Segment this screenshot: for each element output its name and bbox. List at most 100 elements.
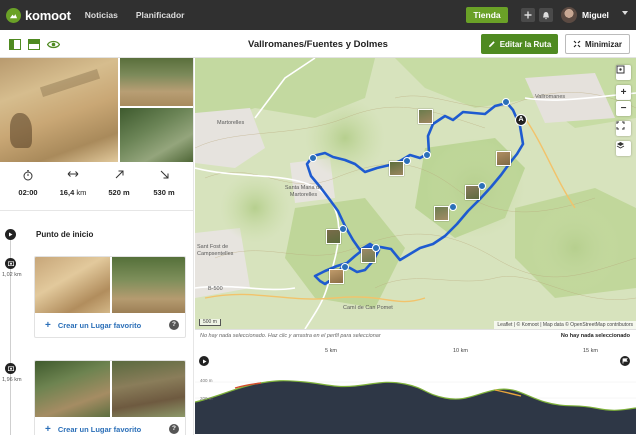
uphill-value: 520 m — [108, 188, 130, 197]
stat-uphill: 520 m — [95, 170, 143, 197]
map-waypoint-pin[interactable] — [339, 225, 347, 233]
tour-stats: 02:00 16,4 km 520 m 530 m — [0, 170, 193, 202]
zoom-in-icon[interactable]: + — [616, 85, 631, 100]
map-scale: 500 m — [199, 319, 221, 326]
map-photo-marker[interactable] — [496, 151, 511, 166]
downhill-arrow-icon — [140, 170, 188, 182]
map-waypoint-pin[interactable] — [502, 98, 510, 106]
create-favorite-label: Crear un Lugar favorito — [57, 424, 142, 434]
user-name[interactable]: Miguel — [582, 10, 609, 20]
stat-downhill: 530 m — [140, 170, 188, 197]
map-waypoint-pin[interactable] — [423, 151, 431, 159]
start-play-icon — [5, 229, 16, 240]
komoot-logo-icon — [6, 7, 21, 23]
waypoint-card: + Crear un Lugar favorito ? — [34, 256, 186, 338]
divider — [0, 210, 193, 211]
minimize-label: Minimizar — [585, 39, 622, 49]
plus-icon: + — [45, 423, 51, 435]
tour-photo-forest[interactable] — [120, 108, 193, 162]
create-favorite-button[interactable]: + Crear un Lugar favorito ? — [35, 313, 185, 337]
km-tick: 5 km — [325, 348, 337, 354]
map-waypoint-pin[interactable] — [341, 263, 349, 271]
alt-tick: 200 m — [200, 396, 213, 401]
tour-header: Vallromanes/Fuentes y Dolmes Editar la R… — [0, 30, 636, 58]
map-photo-marker[interactable] — [418, 109, 433, 124]
top-navigation-bar: komoot Noticias Planificador Tienda Migu… — [0, 0, 636, 30]
map-waypoint-pin[interactable] — [372, 244, 380, 252]
help-icon[interactable]: ? — [169, 424, 179, 434]
split-view-icon[interactable] — [7, 36, 23, 52]
fullscreen-icon[interactable] — [616, 121, 631, 136]
distance-value: 16,4 — [59, 188, 75, 197]
map-photo-marker[interactable] — [329, 269, 344, 284]
photo-waypoint-icon — [5, 258, 16, 269]
user-avatar[interactable] — [561, 7, 577, 23]
distance-unit: km — [76, 188, 87, 197]
profile-start-icon — [199, 356, 209, 366]
map-waypoint-pin[interactable] — [403, 157, 411, 165]
tour-details-panel: 02:00 16,4 km 520 m 530 m Punto de inici… — [0, 58, 194, 435]
eye-icon[interactable] — [45, 36, 61, 52]
map-photo-marker[interactable] — [389, 161, 404, 176]
stopwatch-icon — [4, 170, 52, 182]
profile-end-flag-icon — [620, 356, 630, 366]
map-label-vallromanes: Vallromanes — [535, 94, 566, 100]
map-waypoint-pin[interactable] — [478, 182, 486, 190]
profile-hint: No hay nada seleccionado. Haz clic y arr… — [200, 333, 381, 339]
edit-route-label: Editar la Ruta — [499, 39, 552, 49]
tour-cover-photo[interactable] — [0, 58, 118, 162]
minimize-button[interactable]: Minimizar — [565, 34, 630, 54]
plus-icon: + — [45, 319, 51, 331]
nav-link-planificador[interactable]: Planificador — [136, 10, 185, 20]
add-icon[interactable] — [521, 8, 535, 22]
start-point-label[interactable]: Punto de inicio — [36, 230, 93, 239]
map-waypoint-pin[interactable] — [309, 154, 317, 162]
uphill-arrow-icon — [95, 170, 143, 182]
locate-icon[interactable] — [616, 65, 631, 80]
waypoint-distance: 1,96 km — [2, 377, 22, 383]
alt-tick: 400 m — [200, 378, 213, 383]
map-attribution[interactable]: Leaflet | © Komoot | Map data © OpenStre… — [494, 321, 636, 329]
waypoint-distance: 1,02 km — [2, 272, 22, 278]
distance-arrows-icon — [49, 170, 97, 182]
create-favorite-label: Crear un Lugar favorito — [57, 320, 142, 330]
start-marker-a[interactable]: A — [515, 114, 527, 126]
map-waypoint-pin[interactable] — [449, 203, 457, 211]
route-map[interactable]: Vallromanes Martorelles Santa Maria de M… — [195, 58, 636, 329]
edit-route-button[interactable]: Editar la Ruta — [481, 34, 558, 54]
komoot-logo[interactable]: komoot — [6, 7, 71, 23]
chevron-down-icon[interactable] — [622, 11, 628, 15]
waypoint-photo-trail[interactable] — [112, 257, 185, 313]
stat-distance: 16,4 km — [49, 170, 97, 197]
brand-name: komoot — [25, 7, 71, 23]
map-canvas — [195, 58, 636, 329]
map-label-santa-maria: Santa Maria de Martorelles — [284, 185, 323, 198]
waypoint-photo-sand-path[interactable] — [35, 257, 110, 313]
map-label-road: B-500 — [208, 286, 223, 292]
map-photo-marker[interactable] — [434, 206, 449, 221]
profile-selection: No hay nada seleccionado — [560, 333, 630, 339]
pencil-icon — [488, 41, 495, 47]
map-view-icon[interactable] — [26, 36, 42, 52]
map-label-sant-fost: Sant Fost de Campsentelles — [197, 244, 234, 257]
zoom-out-icon[interactable]: − — [616, 101, 631, 116]
waypoint-photo-forest[interactable] — [35, 361, 110, 417]
layers-icon[interactable] — [616, 141, 631, 156]
downhill-value: 530 m — [153, 188, 175, 197]
nav-link-noticias[interactable]: Noticias — [85, 10, 118, 20]
tour-photo-trail[interactable] — [120, 58, 193, 106]
create-favorite-button[interactable]: + Crear un Lugar favorito ? — [35, 417, 185, 435]
stat-duration: 02:00 — [4, 170, 52, 197]
help-icon[interactable]: ? — [169, 320, 179, 330]
map-label-street: Camí de Can Pomet — [343, 305, 393, 311]
waypoint-photo-roots[interactable] — [112, 361, 185, 417]
elevation-profile[interactable]: No hay nada seleccionado. Haz clic y arr… — [195, 329, 636, 435]
km-tick: 15 km — [583, 348, 598, 354]
elevation-chart[interactable] — [195, 368, 636, 434]
photo-waypoint-icon — [5, 363, 16, 374]
shop-button[interactable]: Tienda — [466, 7, 508, 23]
km-tick: 10 km — [453, 348, 468, 354]
bell-icon[interactable] — [539, 8, 553, 22]
map-label-martorelles: Martorelles — [217, 120, 245, 126]
minimize-icon — [573, 40, 581, 48]
